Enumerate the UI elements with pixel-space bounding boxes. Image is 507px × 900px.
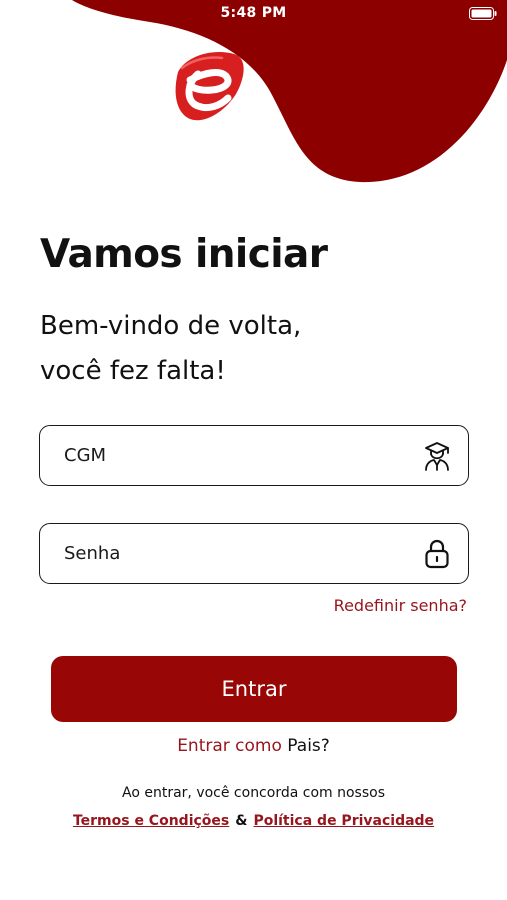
- welcome-subtitle: Bem-vindo de volta, você fez falta!: [40, 304, 460, 394]
- parents-login-link[interactable]: Entrar como Pais?: [0, 736, 507, 756]
- battery-icon: [469, 7, 497, 20]
- login-button[interactable]: Entrar: [51, 656, 457, 722]
- subtitle-line-1: Bem-vindo de volta,: [40, 311, 302, 341]
- parents-login-highlight[interactable]: Pais?: [287, 736, 330, 756]
- cgm-input[interactable]: [64, 426, 404, 485]
- cgm-field[interactable]: [39, 425, 469, 486]
- subtitle-line-2: você fez falta!: [40, 356, 226, 386]
- status-bar: 5:48 PM: [0, 0, 507, 28]
- password-field[interactable]: [39, 523, 469, 584]
- password-input[interactable]: [64, 524, 404, 583]
- legal-notice: Ao entrar, você concorda com nossos: [122, 785, 385, 801]
- privacy-link[interactable]: Política de Privacidade: [253, 813, 434, 829]
- forgot-password-link[interactable]: Redefinir senha?: [334, 596, 467, 615]
- parents-login-prefix[interactable]: Entrar como: [177, 736, 282, 756]
- page-title: Vamos iniciar: [40, 232, 328, 277]
- legal-separator: &: [235, 813, 248, 829]
- legal-links: Termos e Condições & Política de Privacida…: [0, 813, 507, 829]
- brand-e-logo-icon: [175, 52, 244, 121]
- header-decoration: [72, 0, 507, 183]
- terms-link[interactable]: Termos e Condições: [73, 813, 229, 829]
- student-graduate-icon: [425, 442, 449, 471]
- status-time: 5:48 PM: [220, 5, 287, 21]
- lock-icon: [425, 539, 449, 569]
